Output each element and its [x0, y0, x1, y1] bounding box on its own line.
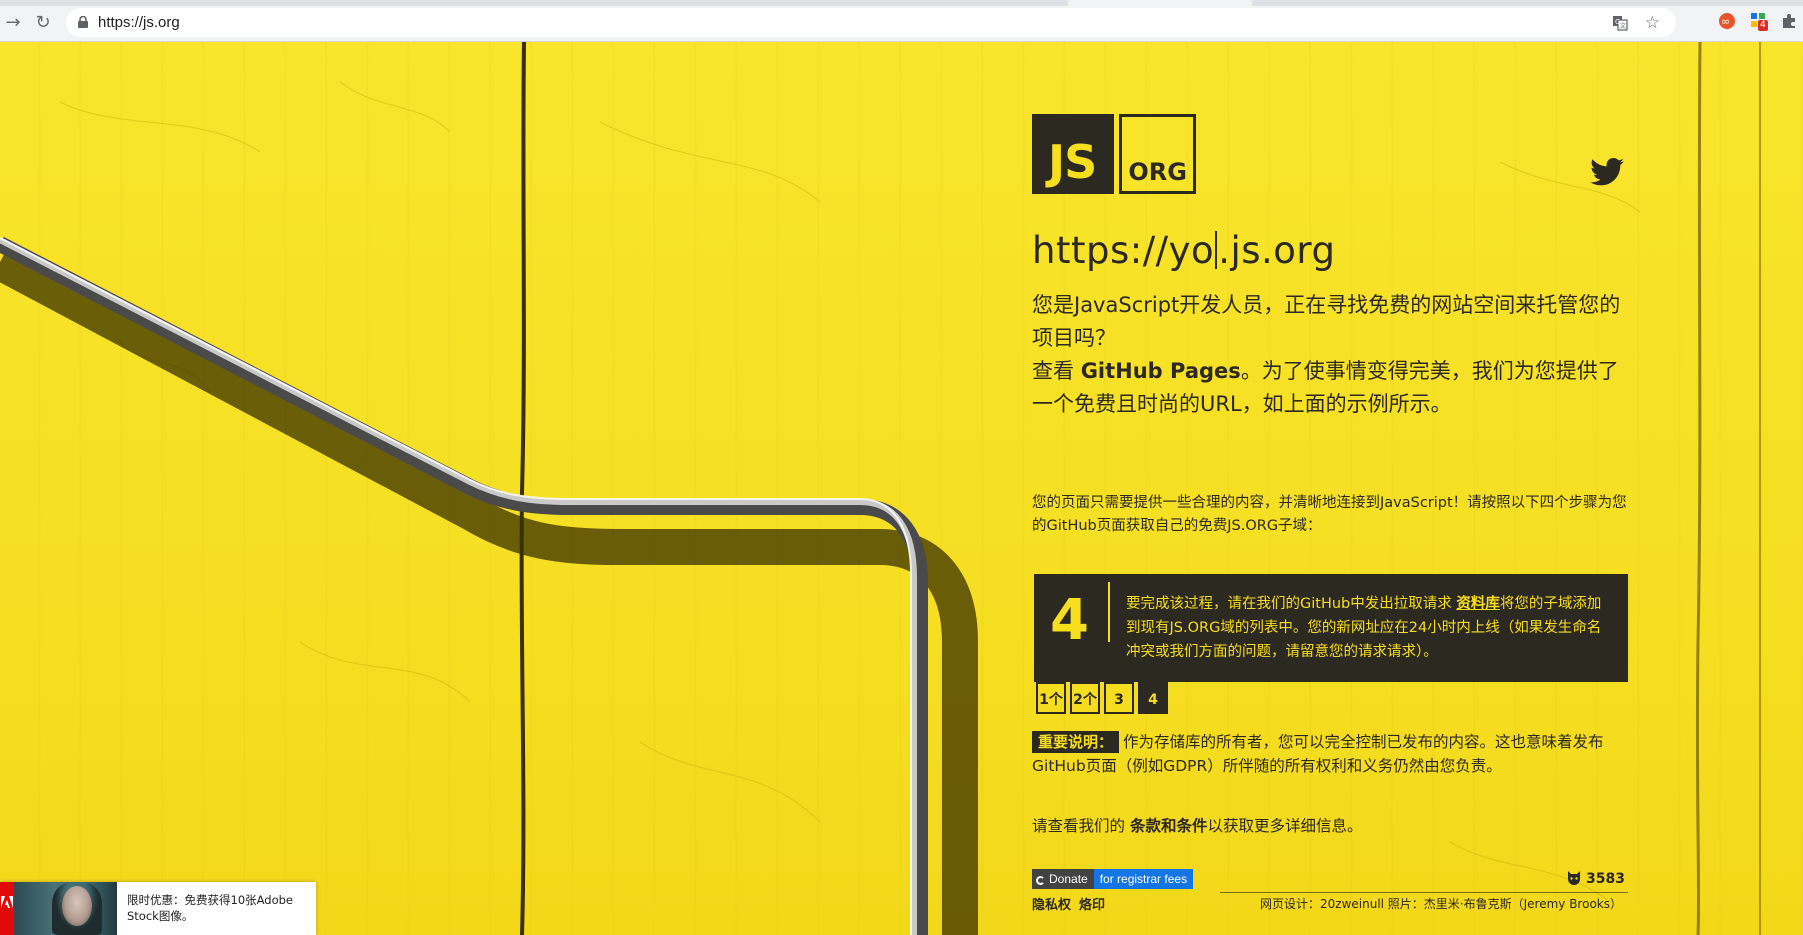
lock-icon [78, 16, 88, 28]
important-badge: 重要说明： [1032, 731, 1120, 753]
browser-toolbar: → ↻ https://js.org G 文 ☆ ∞ 4 [0, 0, 1803, 42]
github-octocat-icon [1568, 871, 1580, 885]
svg-text:文: 文 [1620, 22, 1626, 30]
translate-icon[interactable]: G 文 [1612, 15, 1628, 31]
intro-line-1: 您是JavaScript开发人员，正在寻找免费的网站空间来托管您的项目吗？ [1032, 293, 1621, 350]
logo-js: JS [1032, 114, 1114, 194]
extensions-puzzle-icon[interactable] [1780, 12, 1798, 30]
steps-intro: 您的页面只需要提供一些合理的内容，并清晰地连接到JavaScript！请按照以下… [1032, 495, 1627, 534]
donate-cycle-icon [1036, 876, 1045, 885]
example-url-subdomain: yo [1168, 229, 1215, 272]
step-tab-3[interactable]: 3 [1104, 682, 1134, 714]
footer-credits: 网页设计：20zweinull 照片：杰里米·布鲁克斯（Jeremy Brook… [1260, 897, 1622, 911]
active-tab[interactable] [1068, 0, 1252, 6]
ad-photo [14, 882, 117, 935]
important-note: 重要说明： 作为存储库的所有者，您可以完全控制已发布的内容。这也意味着发布GitH… [1032, 730, 1632, 778]
js-org-page: JS ORG https://yo .js.org 您是JavaScript开发人… [0, 42, 1803, 935]
text-caret [1215, 231, 1218, 269]
donate-label-box: Donate [1032, 869, 1094, 889]
example-url-prefix: https:// [1032, 229, 1169, 272]
stars-count: 3583 [1586, 871, 1625, 887]
donate-sub: for registrar fees [1093, 869, 1194, 889]
background-photo [0, 42, 1762, 935]
example-url-suffix: .js.org [1218, 229, 1336, 272]
imprint-link[interactable]: 烙印 [1079, 898, 1105, 913]
intro-line-2: 查看 GitHub Pages。为了使事情变得完美，我们为您提供了一个免费且时尚… [1032, 355, 1632, 421]
step-tab-2[interactable]: 2个 [1070, 682, 1100, 714]
extension-badge: 4 [1758, 20, 1768, 31]
step-tab-4[interactable]: 4 [1138, 682, 1168, 714]
adobe-brand-strip [0, 882, 14, 935]
bookmark-star-icon[interactable]: ☆ [1645, 13, 1660, 33]
step-text: 要完成该过程，请在我们的GitHub中发出拉取请求 资料库将您的子域添加到现有J… [1126, 592, 1604, 664]
footer-links: 隐私权 烙印 [1032, 894, 1113, 913]
ad-photo-face [62, 886, 92, 926]
ad-text: 限时优惠：免费获得10张Adobe Stock图像。 [127, 893, 294, 923]
terms-link[interactable]: 条款和条件 [1130, 817, 1208, 835]
step-text-pre: 要完成该过程，请在我们的GitHub中发出拉取请求 [1126, 596, 1457, 612]
terms-pre: 请查看我们的 [1032, 817, 1130, 835]
github-pages-link[interactable]: GitHub Pages [1081, 359, 1241, 383]
step-tab-1[interactable]: 1个 [1036, 682, 1066, 714]
terms-note: 请查看我们的 条款和条件以获取更多详细信息。 [1032, 814, 1632, 838]
extension-infinity-icon[interactable]: ∞ [1718, 12, 1736, 30]
github-stars[interactable]: 3583 [1566, 871, 1625, 887]
logo-org: ORG [1119, 114, 1196, 194]
step-divider [1108, 582, 1110, 642]
terms-post: 以获取更多详细信息。 [1207, 817, 1363, 835]
example-url: https://yo .js.org [1032, 229, 1335, 272]
intro-paragraph: 您是JavaScript开发人员，正在寻找免费的网站空间来托管您的项目吗？ 查看… [1032, 289, 1632, 421]
step-number: 4 [1050, 588, 1089, 653]
twitter-icon[interactable] [1590, 158, 1624, 186]
tab-strip [0, 0, 1803, 6]
repository-link[interactable]: 资料库 [1456, 596, 1500, 612]
reload-icon[interactable]: ↻ [30, 10, 56, 36]
adobe-logo-icon [1, 896, 13, 908]
url-text[interactable]: https://js.org [98, 14, 180, 31]
svg-text:∞: ∞ [1721, 15, 1730, 28]
js-org-logo[interactable]: JS ORG [1032, 114, 1196, 196]
address-bar[interactable]: https://js.org G 文 ☆ [66, 8, 1676, 37]
forward-icon[interactable]: → [0, 10, 26, 36]
donate-button[interactable]: Donate for registrar fees [1032, 869, 1194, 889]
intro-line-2-pre: 查看 [1032, 359, 1081, 383]
adobe-stock-ad[interactable]: 限时优惠：免费获得10张Adobe Stock图像。 [0, 882, 316, 935]
footer-divider [1220, 892, 1628, 893]
step-panel: 4 要完成该过程，请在我们的GitHub中发出拉取请求 资料库将您的子域添加到现… [1034, 574, 1628, 682]
extension-grid-icon[interactable]: 4 [1750, 12, 1768, 31]
privacy-link[interactable]: 隐私权 [1032, 898, 1071, 913]
donate-label: Donate [1049, 872, 1088, 886]
